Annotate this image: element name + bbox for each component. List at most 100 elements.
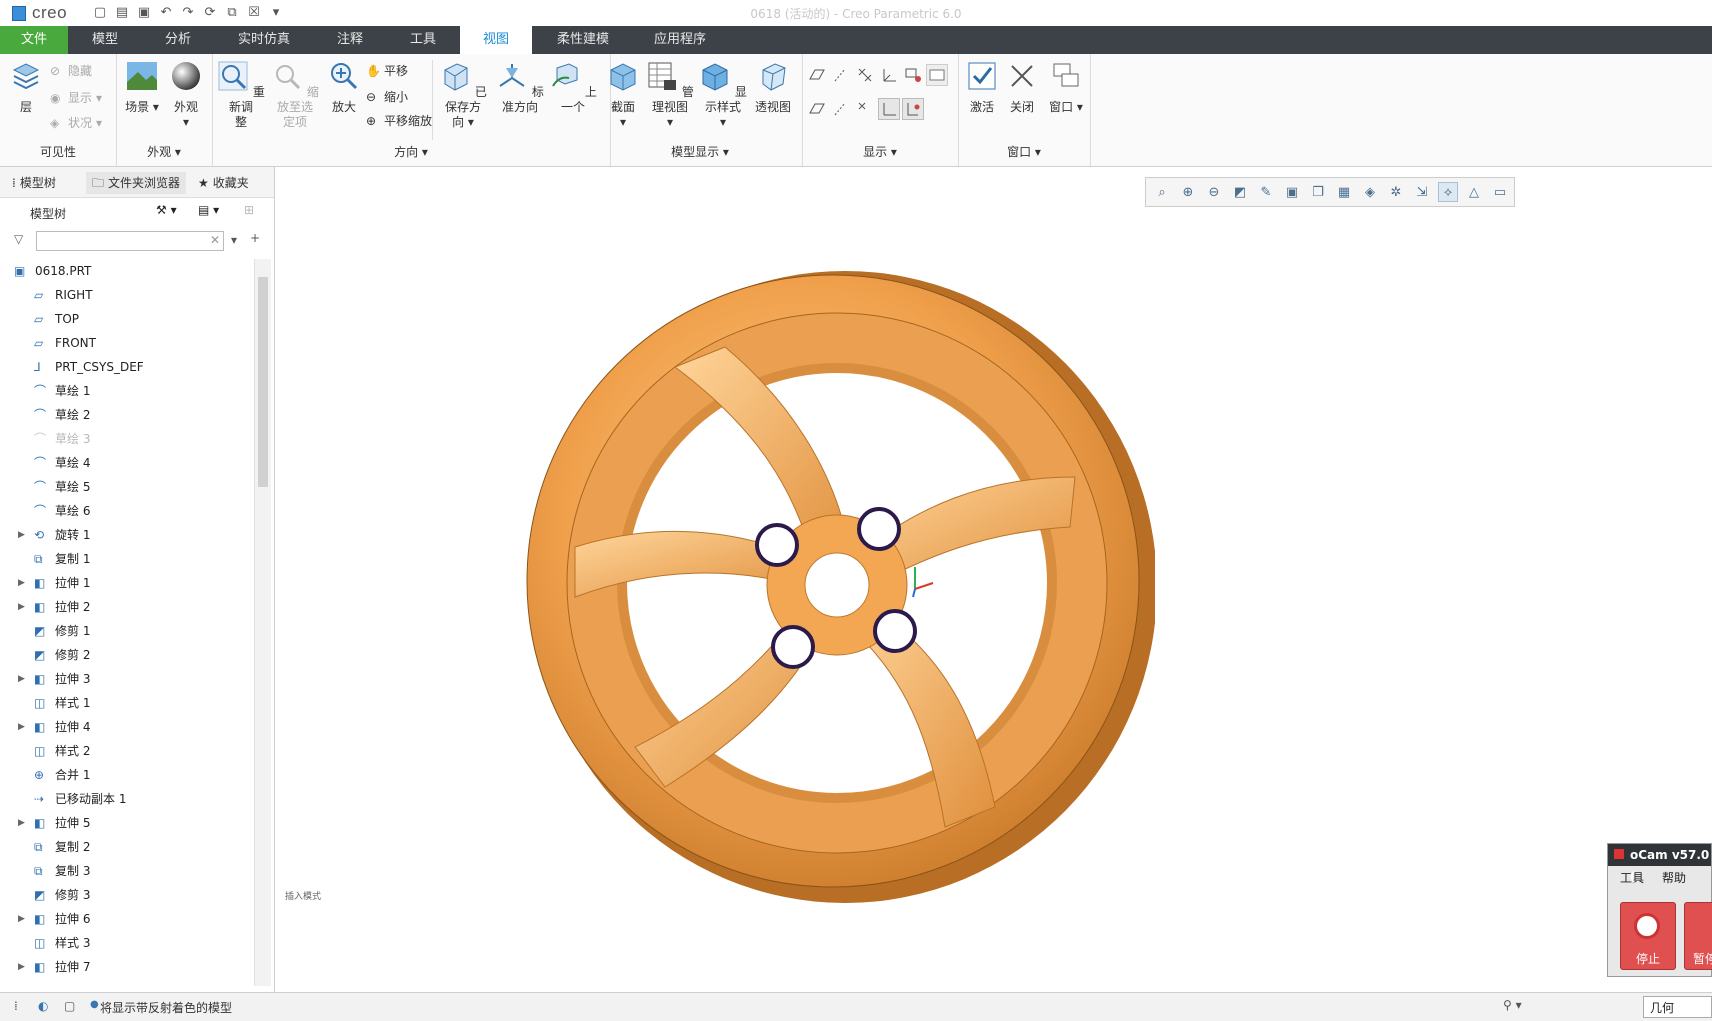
tree-node[interactable]: ⌒ 草绘 4 bbox=[0, 451, 254, 475]
zoom-in-small-icon[interactable]: ⊕ bbox=[1178, 182, 1198, 202]
tab-favorites[interactable]: ★ 收藏夹 bbox=[198, 172, 249, 194]
display-style-button[interactable]: 显示样式 ▾ bbox=[696, 60, 750, 130]
tree-node[interactable]: ▶ ◧ 拉伸 3 bbox=[0, 667, 254, 691]
tree-node[interactable]: ⇢ 已移动副本 1 bbox=[0, 787, 254, 811]
tab-folder-browser[interactable]: 🗀 文件夹浏览器 bbox=[86, 172, 187, 194]
appearance-button[interactable]: 外观 ▾ bbox=[166, 60, 206, 130]
tree-node[interactable]: ◫ 样式 2 bbox=[0, 739, 254, 763]
layer-button[interactable]: 层 bbox=[6, 60, 46, 115]
point-tag-icon[interactable] bbox=[854, 98, 876, 120]
expand-arrow-icon[interactable]: ▶ bbox=[18, 715, 28, 739]
view-manager-small-icon[interactable]: ❐ bbox=[1308, 182, 1328, 202]
ocam-stop-button[interactable]: 停止 bbox=[1620, 902, 1676, 970]
section-small-icon[interactable]: △ bbox=[1464, 182, 1484, 202]
tree-node[interactable]: ▱ RIGHT bbox=[0, 283, 254, 307]
tree-settings-icon[interactable]: ⚒ ▾ bbox=[156, 203, 177, 217]
expand-arrow-icon[interactable]: ▶ bbox=[18, 571, 28, 595]
axis-tag-icon[interactable] bbox=[830, 98, 852, 120]
spin-center-icon[interactable] bbox=[902, 64, 924, 86]
expand-arrow-icon[interactable]: ▶ bbox=[18, 907, 28, 931]
tab-analysis[interactable]: 分析 bbox=[144, 26, 212, 54]
tree-node[interactable]: ⌒ 草绘 1 bbox=[0, 379, 254, 403]
tree-search-input[interactable] bbox=[36, 231, 224, 251]
more-icon[interactable]: ▭ bbox=[1490, 182, 1510, 202]
graphics-window[interactable]: ⌕ ⊕ ⊖ ◩ ✎ ▣ ❐ ▦ ◈ ✲ ⇲ ⟡ △ ▭ 插入模式 bbox=[275, 167, 1712, 992]
refit-icon[interactable]: ⌕ bbox=[1152, 182, 1172, 202]
tab-applications[interactable]: 应用程序 bbox=[634, 26, 726, 54]
tree-node[interactable]: ◫ 样式 1 bbox=[0, 691, 254, 715]
datum-display-filter-icon[interactable]: ✲ bbox=[1386, 182, 1406, 202]
orient-icon[interactable]: ✎ bbox=[1256, 182, 1276, 202]
hide-button[interactable]: ⊘ 隐藏 bbox=[50, 62, 92, 79]
pan-zoom-button[interactable]: ⊕ 平移缩放 bbox=[366, 112, 432, 129]
tree-node[interactable]: ◫ 样式 3 bbox=[0, 931, 254, 955]
tab-annotate[interactable]: 注释 bbox=[318, 26, 382, 54]
tree-node[interactable]: ▶ ◧ 拉伸 1 bbox=[0, 571, 254, 595]
expand-arrow-icon[interactable]: ▶ bbox=[18, 523, 28, 547]
tree-node[interactable]: ▱ TOP bbox=[0, 307, 254, 331]
tree-node[interactable]: ▱ FRONT bbox=[0, 331, 254, 355]
tree-scrollbar[interactable] bbox=[254, 259, 271, 986]
expand-arrow-icon[interactable]: ▶ bbox=[18, 595, 28, 619]
tree-show-icon[interactable]: ▤ ▾ bbox=[198, 203, 219, 217]
ocam-pause-button[interactable]: 暂停 bbox=[1684, 902, 1712, 970]
ocam-menu-help[interactable]: 帮助 bbox=[1662, 866, 1686, 890]
zoom-out-small-icon[interactable]: ⊖ bbox=[1204, 182, 1224, 202]
tree-root-node[interactable]: ▣ 0618.PRT bbox=[0, 259, 254, 283]
previous-orientation-button[interactable]: 上一个 bbox=[548, 60, 598, 115]
tree-node[interactable]: ⧉ 复制 3 bbox=[0, 859, 254, 883]
section-button[interactable]: 截面 ▾ bbox=[602, 60, 644, 130]
tree-node[interactable]: ▶ ◧ 拉伸 4 bbox=[0, 715, 254, 739]
tab-live-simulation[interactable]: 实时仿真 bbox=[222, 26, 306, 54]
search-dropdown-icon[interactable]: ▾ bbox=[231, 233, 237, 247]
tab-view[interactable]: 视图 bbox=[460, 26, 532, 54]
status-button[interactable]: ◈ 状况 ▾ bbox=[50, 114, 102, 131]
repaint-icon[interactable]: ◩ bbox=[1230, 182, 1250, 202]
find-binoculars-icon[interactable]: ⚲ ▾ bbox=[1503, 998, 1522, 1012]
annotation-filter-icon[interactable]: ⇲ bbox=[1412, 182, 1432, 202]
expand-arrow-icon[interactable]: ▶ bbox=[18, 667, 28, 691]
zoom-in-button[interactable]: 放大 bbox=[324, 60, 364, 115]
tree-node[interactable]: ⧉ 复制 1 bbox=[0, 547, 254, 571]
tab-tools[interactable]: 工具 bbox=[390, 26, 456, 54]
close-button[interactable]: 关闭 bbox=[1002, 60, 1042, 115]
tree-node[interactable]: ◩ 修剪 2 bbox=[0, 643, 254, 667]
tree-node[interactable]: ▶ ◧ 拉伸 6 bbox=[0, 907, 254, 931]
tab-flexible-modeling[interactable]: 柔性建模 bbox=[540, 26, 626, 54]
tree-node[interactable]: ▶ ◧ 拉伸 5 bbox=[0, 811, 254, 835]
tab-model[interactable]: 模型 bbox=[72, 26, 138, 54]
csys-display-icon[interactable] bbox=[878, 64, 900, 86]
tree-node[interactable]: ⌒ 草绘 3 bbox=[0, 427, 254, 451]
filter-funnel-icon[interactable]: ▽ bbox=[14, 232, 23, 246]
tree-scrollbar-thumb[interactable] bbox=[258, 277, 268, 487]
tree-node[interactable]: ◩ 修剪 3 bbox=[0, 883, 254, 907]
pan-button[interactable]: ✋ 平移 bbox=[366, 62, 408, 79]
zoom-to-selected-button[interactable]: 缩放至选 定项 bbox=[268, 60, 322, 130]
spin-center-toggle-icon[interactable] bbox=[902, 98, 924, 120]
expand-arrow-icon[interactable]: ▶ bbox=[18, 811, 28, 835]
fullscreen-toggle-icon[interactable]: ▢ bbox=[64, 999, 75, 1013]
plane-display-icon[interactable] bbox=[806, 64, 828, 86]
annotation-display-icon[interactable] bbox=[926, 64, 948, 86]
tree-node[interactable]: ⌒ 草绘 6 bbox=[0, 499, 254, 523]
tree-columns-icon[interactable]: ⊞ bbox=[244, 203, 254, 217]
browser-toggle-icon[interactable]: ◐ bbox=[38, 999, 48, 1013]
add-filter-icon[interactable]: + bbox=[250, 231, 260, 245]
selection-filter[interactable]: 几何 bbox=[1643, 996, 1712, 1018]
expand-arrow-icon[interactable]: ▶ bbox=[18, 955, 28, 979]
spin-center-small-icon[interactable]: ⟡ bbox=[1438, 182, 1458, 202]
tree-node[interactable]: ⌒ 草绘 2 bbox=[0, 403, 254, 427]
standard-orientation-button[interactable]: 标准方向 bbox=[492, 60, 548, 115]
tree-node[interactable]: ⅃ PRT_CSYS_DEF bbox=[0, 355, 254, 379]
tree-node[interactable]: ▶ ◧ 拉伸 2 bbox=[0, 595, 254, 619]
clear-search-icon[interactable]: ✕ bbox=[210, 233, 220, 247]
perspective-small-icon[interactable]: ▦ bbox=[1334, 182, 1354, 202]
manage-views-button[interactable]: 管理视图 ▾ bbox=[644, 60, 696, 130]
axis-display-icon[interactable] bbox=[830, 64, 852, 86]
refit-button[interactable]: 重新调整 bbox=[216, 60, 266, 130]
perspective-button[interactable]: 透视图 bbox=[750, 60, 796, 115]
windows-button[interactable]: 窗口 ▾ bbox=[1046, 60, 1086, 115]
point-display-icon[interactable] bbox=[854, 64, 876, 86]
activate-button[interactable]: 激活 bbox=[962, 60, 1002, 115]
scene-button[interactable]: 场景 ▾ bbox=[120, 60, 164, 115]
